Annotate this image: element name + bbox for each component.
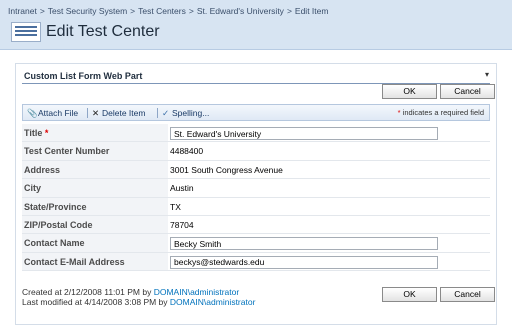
form-row-contact-email: Contact E-Mail Address — [22, 252, 490, 272]
attach-file-label: Attach File — [38, 108, 79, 118]
ok-button-bottom[interactable]: OK — [382, 287, 437, 302]
breadcrumb-link-test-centers[interactable]: Test Centers — [138, 6, 186, 16]
web-part-menu-icon[interactable]: ▾ — [485, 70, 489, 79]
web-part: Custom List Form Web Part ▾ OK Cancel 📎A… — [15, 63, 497, 325]
spelling-label: Spelling... — [172, 108, 210, 118]
breadcrumb-link-intranet[interactable]: Intranet — [8, 6, 37, 16]
cancel-button-top[interactable]: Cancel — [440, 84, 495, 99]
list-icon — [11, 22, 41, 42]
field-label-address: Address — [22, 160, 168, 179]
required-star: * — [397, 108, 401, 117]
breadcrumb-current: Edit Item — [294, 6, 329, 16]
breadcrumb-separator: > — [286, 6, 292, 16]
form-row-address: Address 3001 South Congress Avenue — [22, 160, 490, 180]
field-label-title: Title * — [22, 124, 168, 142]
field-label-state: State/Province — [22, 197, 168, 215]
title-label-text: Title — [24, 128, 43, 138]
web-part-title: Custom List Form Web Part — [24, 71, 143, 81]
edit-form: Title * Test Center Number 4488400 Addre… — [22, 124, 490, 272]
toolbar-divider — [87, 108, 88, 118]
spellcheck-icon: ✓ — [161, 108, 170, 118]
form-row-title: Title * — [22, 124, 490, 143]
field-label-zip: ZIP/Postal Code — [22, 215, 168, 234]
delete-x-icon: ✕ — [91, 108, 100, 118]
breadcrumb-separator: > — [39, 6, 45, 16]
item-audit-info: Created at 2/12/2008 11:01 PM by DOMAIN\… — [22, 287, 255, 307]
toolbar-divider — [157, 108, 158, 118]
breadcrumb-link-test-security-system[interactable]: Test Security System — [48, 6, 127, 16]
modified-info: Last modified at 4/14/2008 3:08 PM by DO… — [22, 297, 255, 307]
field-label-test-center-number: Test Center Number — [22, 142, 168, 160]
test-center-number-value: 4488400 — [170, 146, 204, 157]
modified-text: Last modified at 4/14/2008 3:08 PM by — [22, 297, 168, 307]
attach-file-button[interactable]: 📎Attach File — [27, 107, 78, 119]
form-row-zip: ZIP/Postal Code 78704 — [22, 215, 490, 235]
form-row-contact-name: Contact Name — [22, 234, 490, 253]
page-title: Edit Test Center — [46, 23, 160, 40]
form-row-city: City Austin — [22, 179, 490, 198]
contact-email-input[interactable] — [170, 255, 438, 269]
page-header: Intranet > Test Security System > Test Cente… — [0, 0, 512, 50]
field-label-city: City — [22, 179, 168, 197]
zip-value: 78704 — [170, 219, 194, 230]
breadcrumb-link-st-edwards[interactable]: St. Edward's University — [197, 6, 284, 16]
form-row-state: State/Province TX — [22, 197, 490, 216]
title-input[interactable] — [170, 127, 438, 140]
field-label-contact-email: Contact E-Mail Address — [22, 252, 168, 271]
modified-by-link[interactable]: DOMAIN\administrator — [170, 297, 256, 307]
delete-item-label: Delete Item — [102, 108, 146, 118]
form-row-test-center-number: Test Center Number 4488400 — [22, 142, 490, 161]
form-toolbar: 📎Attach File ✕ Delete Item ✓ Spelling... *… — [22, 104, 490, 121]
breadcrumb: Intranet > Test Security System > Test Cente… — [8, 6, 328, 18]
required-field-note: * indicates a required field — [398, 107, 484, 119]
breadcrumb-separator: > — [188, 6, 194, 16]
spelling-button[interactable]: ✓ Spelling... — [161, 107, 209, 119]
state-value: TX — [170, 201, 181, 212]
delete-item-button[interactable]: ✕ Delete Item — [91, 107, 146, 119]
breadcrumb-separator: > — [130, 6, 136, 16]
created-text: Created at 2/12/2008 11:01 PM by — [22, 287, 152, 297]
created-info: Created at 2/12/2008 11:01 PM by DOMAIN\… — [22, 287, 255, 297]
contact-name-input[interactable] — [170, 237, 438, 251]
paperclip-icon: 📎 — [27, 108, 38, 118]
cancel-button-bottom[interactable]: Cancel — [440, 287, 495, 302]
field-label-contact-name: Contact Name — [22, 234, 168, 252]
city-value: Austin — [170, 183, 194, 194]
created-by-link[interactable]: DOMAIN\administrator — [154, 287, 240, 297]
address-value: 3001 South Congress Avenue — [170, 164, 283, 175]
ok-button-top[interactable]: OK — [382, 84, 437, 99]
required-star: * — [44, 128, 49, 138]
required-note-text: indicates a required field — [402, 108, 484, 117]
